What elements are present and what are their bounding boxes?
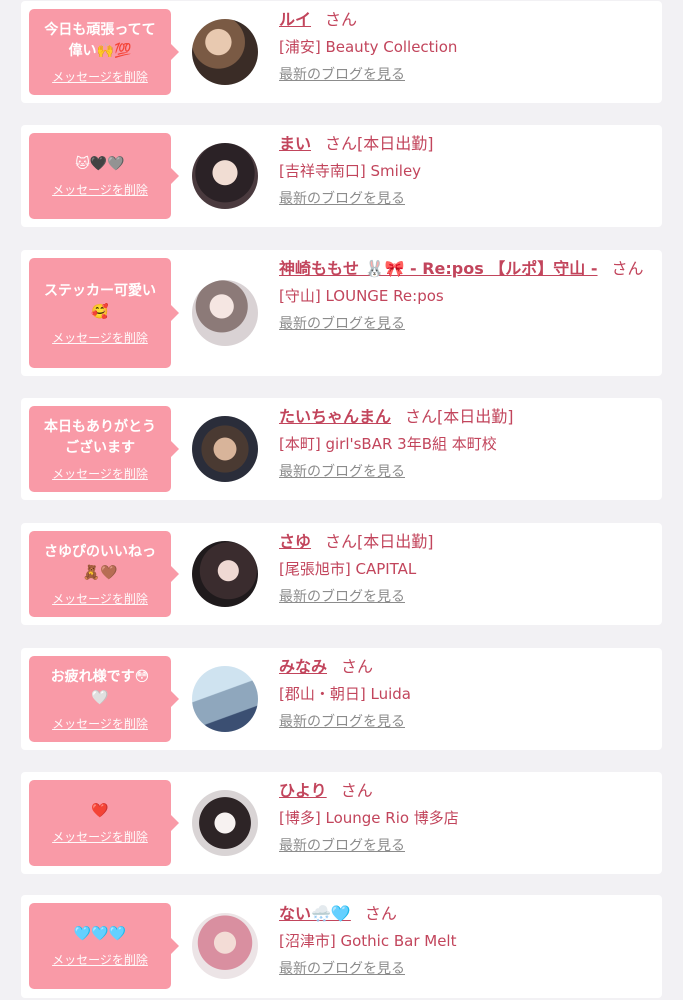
latest-blog-link[interactable]: 最新のブログを見る — [279, 189, 405, 209]
avatar[interactable] — [192, 416, 258, 482]
shop-name: [吉祥寺南口] Smiley — [279, 162, 422, 180]
message-bubble: お疲れ様です😳 🤍 メッセージを削除 — [29, 656, 179, 742]
user-name-link[interactable]: さゆ — [279, 532, 311, 551]
latest-blog-link[interactable]: 最新のブログを見る — [279, 462, 405, 482]
avatar[interactable] — [192, 541, 258, 607]
message-text: お疲れ様です😳 🤍 — [50, 668, 150, 706]
user-name-link[interactable]: ない🌨️🩵 — [279, 904, 351, 923]
honorific: さん — [340, 781, 373, 800]
latest-blog-link[interactable]: 最新のブログを見る — [279, 65, 405, 85]
shop-name: [浦安] Beauty Collection — [279, 38, 458, 56]
avatar[interactable] — [192, 143, 258, 209]
message-card: 今日も頑張ってて 偉い🙌💯 メッセージを削除 ルイ さん [浦安] Beauty … — [21, 1, 662, 103]
message-card: お疲れ様です😳 🤍 メッセージを削除 みなみ さん [郡山・朝日] Luida 最… — [21, 648, 662, 750]
honorific: さん — [325, 10, 358, 29]
user-name-link[interactable]: みなみ — [279, 657, 327, 676]
message-text: さゆぴのいいねっ 🧸🤎 — [44, 543, 156, 581]
message-text: 🐱🖤🩶 — [75, 156, 125, 172]
attendance-badge: [本日出勤] — [357, 532, 434, 551]
delete-message-link[interactable]: メッセージを削除 — [52, 181, 148, 198]
delete-message-link[interactable]: メッセージを削除 — [52, 329, 148, 346]
message-bubble: 🩵🩵🩵 メッセージを削除 — [29, 903, 179, 989]
message-text: ❤️ — [91, 803, 109, 819]
shop-name: [沼津市] Gothic Bar Melt — [279, 932, 457, 950]
user-name-link[interactable]: まい — [279, 134, 311, 153]
shop-name: [守山] LOUNGE Re:pos — [279, 287, 444, 305]
user-name-link[interactable]: ひより — [279, 781, 327, 800]
avatar[interactable] — [192, 19, 258, 85]
message-text: 本日もありがとう ございます — [44, 418, 156, 456]
delete-message-link[interactable]: メッセージを削除 — [52, 68, 148, 85]
delete-message-link[interactable]: メッセージを削除 — [52, 828, 148, 845]
avatar[interactable] — [192, 280, 258, 346]
message-bubble: ステッカー可愛い 🥰 メッセージを削除 — [29, 258, 179, 368]
honorific: さん — [364, 904, 397, 923]
message-bubble: さゆぴのいいねっ 🧸🤎 メッセージを削除 — [29, 531, 179, 617]
user-name-link[interactable]: たいちゃんまん — [279, 407, 391, 426]
user-name-link[interactable]: ルイ — [279, 10, 311, 29]
message-bubble: 本日もありがとう ございます メッセージを削除 — [29, 406, 179, 492]
latest-blog-link[interactable]: 最新のブログを見る — [279, 314, 405, 334]
latest-blog-link[interactable]: 最新のブログを見る — [279, 836, 405, 856]
attendance-badge: [本日出勤] — [357, 134, 434, 153]
delete-message-link[interactable]: メッセージを削除 — [52, 715, 148, 732]
message-text: ステッカー可愛い 🥰 — [44, 282, 156, 320]
honorific: さん — [405, 407, 438, 426]
shop-name: [郡山・朝日] Luida — [279, 685, 411, 703]
honorific: さん — [325, 532, 358, 551]
message-text: 🩵🩵🩵 — [73, 926, 127, 942]
latest-blog-link[interactable]: 最新のブログを見る — [279, 587, 405, 607]
message-bubble: 🐱🖤🩶 メッセージを削除 — [29, 133, 179, 219]
delete-message-link[interactable]: メッセージを削除 — [52, 465, 148, 482]
honorific: さん — [341, 657, 374, 676]
delete-message-link[interactable]: メッセージを削除 — [52, 590, 148, 607]
avatar[interactable] — [192, 913, 258, 979]
latest-blog-link[interactable]: 最新のブログを見る — [279, 959, 405, 979]
latest-blog-link[interactable]: 最新のブログを見る — [279, 712, 405, 732]
message-bubble: ❤️ メッセージを削除 — [29, 780, 179, 866]
message-card: 🩵🩵🩵 メッセージを削除 ない🌨️🩵 さん [沼津市] Gothic Bar Me… — [21, 895, 662, 998]
avatar[interactable] — [192, 666, 258, 732]
attendance-badge: [本日出勤] — [437, 407, 514, 426]
honorific: さん — [325, 134, 358, 153]
shop-name: [尾張旭市] CAPITAL — [279, 560, 417, 578]
shop-name: [本町] girl'sBAR 3年B組 本町校 — [279, 435, 497, 453]
message-text: 今日も頑張ってて 偉い🙌💯 — [44, 21, 156, 59]
message-card: ステッカー可愛い 🥰 メッセージを削除 神崎ももせ 🐰🎀 - Re:pos 【ル… — [21, 250, 662, 376]
shop-name: [博多] Lounge Rio 博多店 — [279, 809, 459, 827]
message-card: さゆぴのいいねっ 🧸🤎 メッセージを削除 さゆ さん[本日出勤] [尾張旭市] C… — [21, 523, 662, 625]
honorific: さん — [611, 259, 644, 278]
delete-message-link[interactable]: メッセージを削除 — [52, 951, 148, 968]
message-card: 本日もありがとう ございます メッセージを削除 たいちゃんまん さん[本日出勤] … — [21, 398, 662, 500]
user-name-link[interactable]: 神崎ももせ 🐰🎀 - Re:pos 【ルポ】守山 - — [279, 259, 598, 278]
message-card: 🐱🖤🩶 メッセージを削除 まい さん[本日出勤] [吉祥寺南口] Smiley 最… — [21, 125, 662, 227]
avatar[interactable] — [192, 790, 258, 856]
message-card: ❤️ メッセージを削除 ひより さん [博多] Lounge Rio 博多店 最新… — [21, 772, 662, 874]
message-bubble: 今日も頑張ってて 偉い🙌💯 メッセージを削除 — [29, 9, 179, 95]
